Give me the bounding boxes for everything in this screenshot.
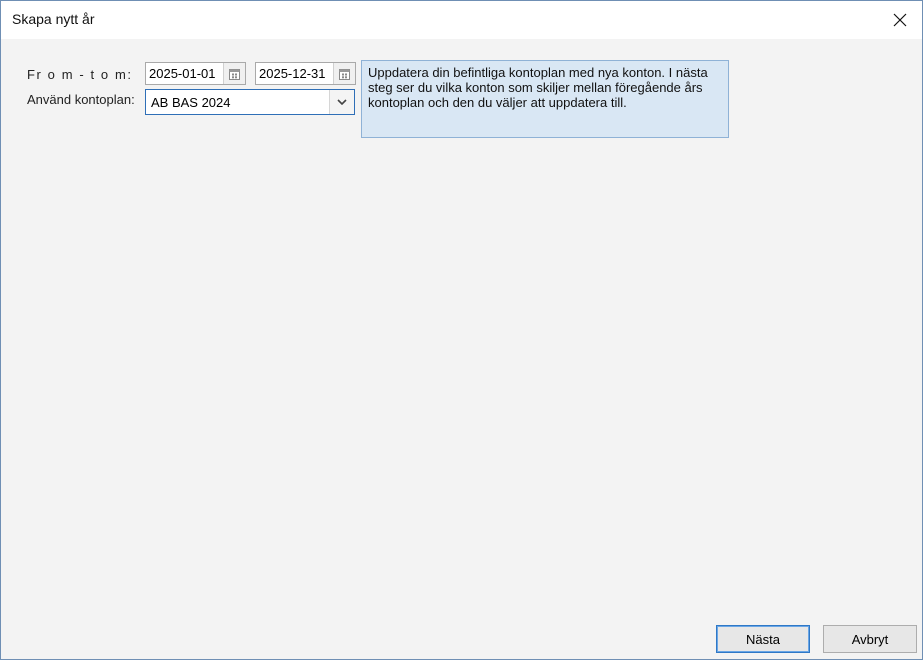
kontoplan-selected-value[interactable]: AB BAS 2024	[151, 95, 231, 110]
calendar-icon	[339, 68, 350, 80]
period-label: Fr o m - t o m:	[27, 67, 133, 82]
kontoplan-label: Använd kontoplan:	[27, 92, 135, 107]
date-from-field[interactable]: 2025-01-01	[145, 62, 246, 85]
date-to-calendar-button[interactable]	[333, 63, 355, 84]
date-from-value[interactable]: 2025-01-01	[149, 66, 216, 81]
date-from-calendar-button[interactable]	[223, 63, 245, 84]
close-icon	[893, 13, 907, 27]
close-button[interactable]	[878, 1, 922, 39]
date-to-field[interactable]: 2025-12-31	[255, 62, 356, 85]
kontoplan-select[interactable]: AB BAS 2024	[145, 89, 355, 115]
calendar-icon	[229, 68, 240, 80]
chevron-down-icon	[337, 99, 347, 105]
kontoplan-dropdown-button[interactable]	[329, 90, 354, 114]
info-tooltip: Uppdatera din befintliga kontoplan med n…	[361, 60, 729, 138]
cancel-button[interactable]: Avbryt	[823, 625, 917, 653]
dialog-window: Skapa nytt år Fr o m - t o m: 2025-01-01…	[0, 0, 923, 660]
date-to-value[interactable]: 2025-12-31	[259, 66, 326, 81]
info-text: Uppdatera din befintliga kontoplan med n…	[368, 65, 708, 110]
window-title: Skapa nytt år	[12, 11, 95, 27]
title-bar: Skapa nytt år	[1, 1, 922, 39]
next-button[interactable]: Nästa	[716, 625, 810, 653]
